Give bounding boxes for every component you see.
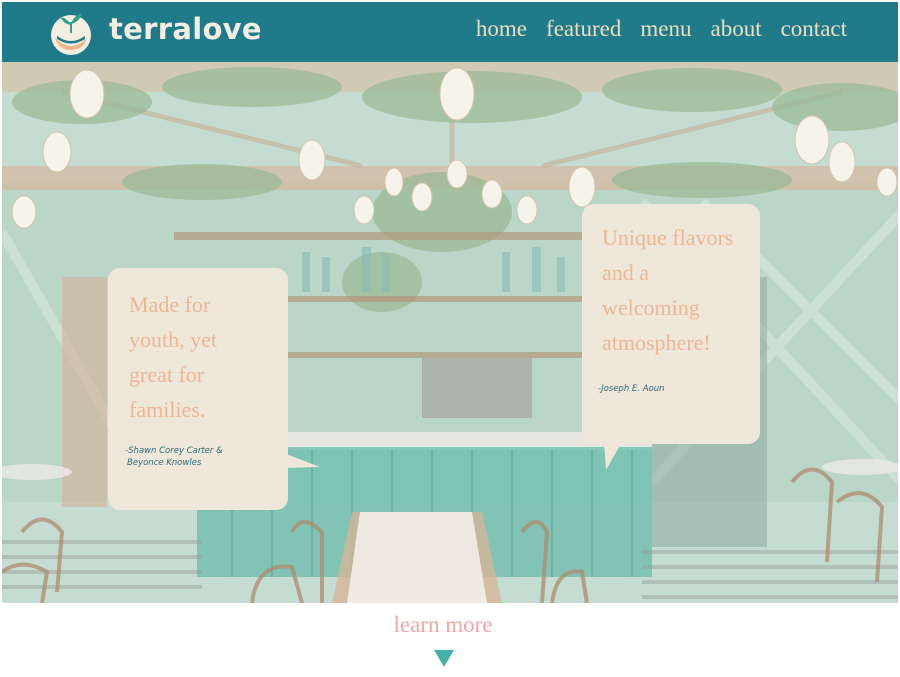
speech-bubble-tail-icon [286,454,320,468]
brand-name[interactable]: terralove [109,12,262,46]
hero-image: Made for youth, yet great for families. … [2,62,898,603]
site-header: terralove home featured menu about conta… [2,2,898,62]
author-line: -Shawn Corey Carter & [125,446,223,456]
main-nav: home featured menu about contact [476,16,847,42]
speech-bubble-tail-icon [604,442,622,470]
nav-featured[interactable]: featured [546,16,621,42]
testimonial-bubble-right: Unique flavors and a welcoming atmospher… [582,204,760,444]
nav-menu[interactable]: menu [640,16,691,42]
triangle-down-icon[interactable] [434,650,454,667]
nav-about[interactable]: about [710,16,761,42]
logo-icon[interactable] [49,8,93,56]
testimonial-author: -Shawn Corey Carter & Beyonce Knowles [125,446,285,469]
testimonial-bubble-left: Made for youth, yet great for families. … [108,268,288,510]
testimonial-quote: Made for youth, yet great for families. [129,292,217,422]
author-line: Beyonce Knowles [127,457,202,468]
nav-contact[interactable]: contact [781,16,847,42]
testimonial-author: -Joseph E. Aoun [598,384,748,396]
learn-more-link[interactable]: learn more [0,612,886,638]
nav-home[interactable]: home [476,16,527,42]
testimonial-quote: Unique flavors and a welcoming atmospher… [602,225,734,355]
author-line: -Joseph E. Aoun [598,384,665,394]
